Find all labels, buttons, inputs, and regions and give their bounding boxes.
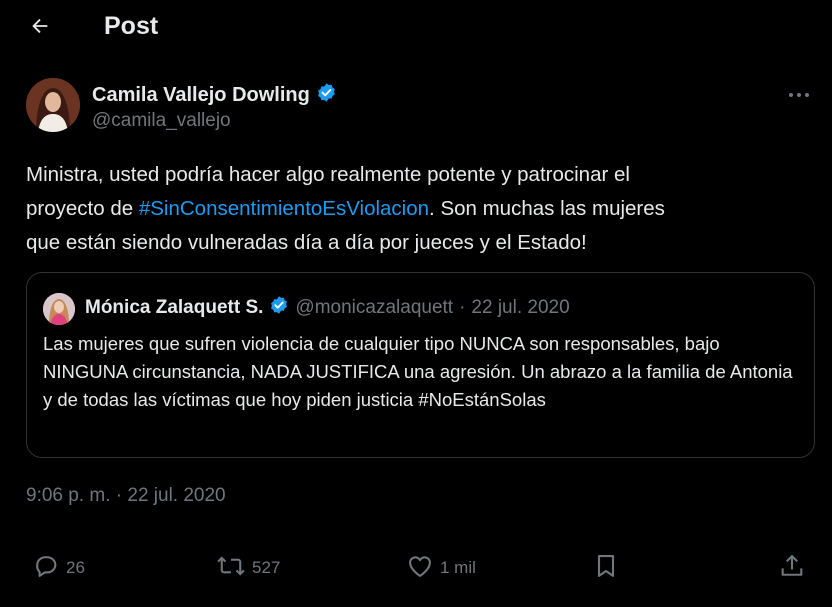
hashtag-link[interactable]: #SinConsentimientoEsViolacion xyxy=(139,197,429,220)
page-title: Post xyxy=(104,12,159,40)
more-horizontal-icon xyxy=(788,85,810,103)
avatar xyxy=(43,293,75,325)
tweet-text-line: que están siendo vulneradas día a día po… xyxy=(26,231,587,254)
tweet-text: Ministra, usted podría hacer algo realme… xyxy=(26,158,816,260)
top-bar: Post xyxy=(0,0,832,56)
like-button[interactable]: 1 mil xyxy=(406,548,476,588)
verified-badge-icon xyxy=(316,82,337,109)
repost-button[interactable]: 527 xyxy=(216,548,280,588)
reply-icon xyxy=(32,552,60,585)
action-bar: 26 527 1 mil xyxy=(26,548,816,588)
bookmark-button[interactable] xyxy=(592,548,620,588)
avatar[interactable] xyxy=(26,78,80,132)
bookmark-icon xyxy=(592,552,620,585)
tweet-text-line: proyecto de #SinConsentimientoEsViolacio… xyxy=(26,192,816,226)
tweet-text-segment: proyecto de xyxy=(26,197,139,220)
quoted-tweet[interactable]: Mónica Zalaquett S. @monicazalaquett · 2… xyxy=(26,272,815,458)
back-button[interactable] xyxy=(22,10,58,46)
separator: · xyxy=(459,297,466,318)
share-button[interactable] xyxy=(778,548,806,588)
quote-date: 22 jul. 2020 xyxy=(471,297,570,318)
quote-header: Mónica Zalaquett S. @monicazalaquett · 2… xyxy=(85,295,570,321)
author-name[interactable]: Camila Vallejo Dowling xyxy=(92,82,337,109)
reply-count: 26 xyxy=(66,558,85,577)
tweet-text-line: Ministra, usted podría hacer algo realme… xyxy=(26,163,630,186)
tweet-author: Camila Vallejo Dowling @camila_vallejo xyxy=(26,78,816,138)
quote-text: Las mujeres que sufren violencia de cual… xyxy=(43,333,793,410)
more-button[interactable] xyxy=(782,82,816,106)
quote-author-name: Mónica Zalaquett S. xyxy=(85,297,264,318)
reply-button[interactable]: 26 xyxy=(32,548,85,588)
heart-icon xyxy=(406,552,434,585)
tweet-timestamp[interactable]: 9:06 p. m. · 22 jul. 2020 xyxy=(26,485,226,507)
author-name-text: Camila Vallejo Dowling xyxy=(92,84,310,106)
arrow-left-icon xyxy=(29,15,51,42)
repost-count: 527 xyxy=(252,558,281,577)
share-icon xyxy=(778,552,806,585)
repost-icon xyxy=(216,552,246,585)
author-handle[interactable]: @camila_vallejo xyxy=(92,110,231,132)
verified-badge-icon xyxy=(269,295,289,321)
tweet-text-segment: . Son muchas las mujeres xyxy=(429,197,665,220)
quote-author-handle: @monicazalaquett xyxy=(295,297,454,318)
like-count: 1 mil xyxy=(440,558,476,577)
